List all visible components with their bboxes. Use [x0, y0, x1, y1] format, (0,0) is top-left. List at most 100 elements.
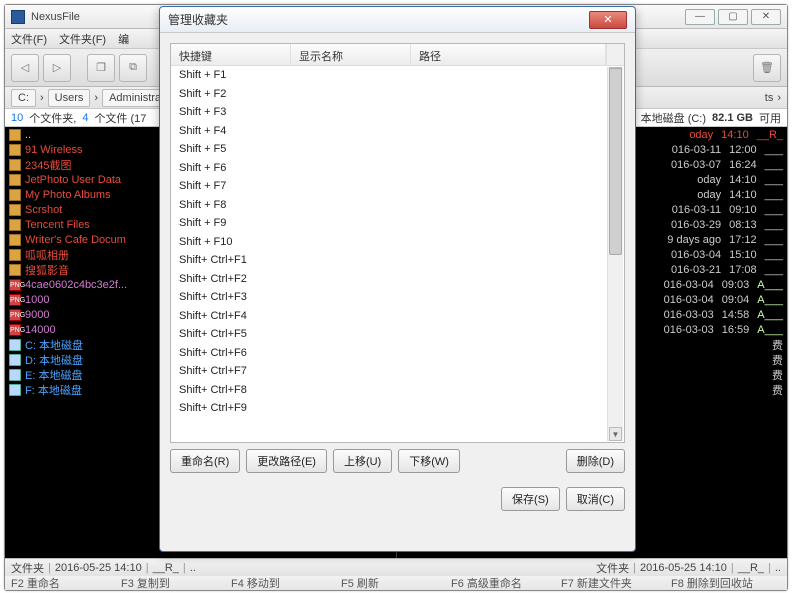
favorite-row[interactable]: Shift+ Ctrl+F3: [171, 288, 624, 307]
attr-col: A___: [757, 309, 783, 321]
date-col: oday: [697, 174, 721, 186]
file-count-label: 个文件 (17: [94, 110, 146, 126]
drive-tail: 费: [772, 352, 783, 368]
fn-f4[interactable]: F4 移动到: [231, 575, 341, 591]
copy-button[interactable]: ❐: [87, 54, 115, 82]
dialog-close-button[interactable]: ✕: [589, 11, 627, 29]
favorite-row[interactable]: Shift+ Ctrl+F2: [171, 270, 624, 289]
item-label: My Photo Albums: [25, 189, 111, 201]
bc-users[interactable]: Users: [48, 89, 91, 107]
date-col: 9 days ago: [667, 234, 721, 246]
favorite-row[interactable]: Shift + F8: [171, 196, 624, 215]
favorite-row[interactable]: Shift + F10: [171, 233, 624, 252]
attr-col: ___: [765, 174, 783, 186]
list-scrollbar[interactable]: ▲ ▼: [607, 67, 623, 441]
folder-icon: [9, 264, 21, 276]
favorite-row[interactable]: Shift + F9: [171, 214, 624, 233]
back-button[interactable]: ◁: [11, 54, 39, 82]
trash-button[interactable]: 🗑: [753, 54, 781, 82]
favorite-row[interactable]: Shift + F3: [171, 103, 624, 122]
item-label: 91 Wireless: [25, 144, 82, 156]
favorite-row[interactable]: Shift + F2: [171, 85, 624, 104]
file-count: 4: [82, 112, 88, 124]
date-col: 016-03-04: [664, 294, 714, 306]
png-icon: PNG: [9, 324, 21, 336]
save-button[interactable]: 保存(S): [501, 487, 560, 511]
bc-drive[interactable]: C:: [11, 89, 36, 107]
move-up-button[interactable]: 上移(U): [333, 449, 392, 473]
time-col: 14:10: [729, 189, 757, 201]
function-key-bar: F2 重命名 F3 复制到 F4 移动到 F5 刷新 F6 高级重命名 F7 新…: [5, 576, 787, 590]
fn-f5[interactable]: F5 刷新: [341, 575, 451, 591]
folder-icon: [9, 144, 21, 156]
maximize-button[interactable]: ▢: [718, 9, 748, 25]
attr-col: ___: [765, 234, 783, 246]
favorite-row[interactable]: Shift + F1: [171, 66, 624, 85]
menu-file[interactable]: 文件(F): [11, 31, 47, 47]
dialog-button-row-2: 保存(S) 取消(C): [160, 479, 635, 521]
layers-button[interactable]: ⧉: [119, 54, 147, 82]
favorite-row[interactable]: Shift + F6: [171, 159, 624, 178]
folder-icon: [9, 219, 21, 231]
png-icon: PNG: [9, 294, 21, 306]
favorite-row[interactable]: Shift+ Ctrl+F4: [171, 307, 624, 326]
attr-col: ___: [765, 159, 783, 171]
item-label: 9000: [25, 309, 49, 321]
list-body[interactable]: Shift + F1Shift + F2Shift + F3Shift + F4…: [171, 66, 624, 442]
move-down-button[interactable]: 下移(W): [398, 449, 460, 473]
app-icon: [11, 10, 25, 24]
attr-col: ___: [765, 204, 783, 216]
app-title: NexusFile: [31, 11, 80, 23]
status-left-dots: ..: [190, 562, 196, 574]
forward-button[interactable]: ▷: [43, 54, 71, 82]
scroll-down-icon[interactable]: ▼: [609, 427, 622, 441]
fn-f7[interactable]: F7 新建文件夹: [561, 575, 671, 591]
favorite-row[interactable]: Shift+ Ctrl+F6: [171, 344, 624, 363]
favorites-list: 快捷键 显示名称 路径 Shift + F1Shift + F2Shift + …: [170, 43, 625, 443]
item-label: 14000: [25, 324, 56, 336]
folder-icon: [9, 129, 21, 141]
trash-icon: 🗑: [760, 61, 774, 74]
col-shortcut[interactable]: 快捷键: [171, 44, 291, 65]
layers-icon: ⧉: [129, 61, 137, 74]
menu-edit[interactable]: 编: [118, 31, 129, 47]
status-right-folder: 文件夹: [596, 560, 629, 576]
delete-button[interactable]: 删除(D): [566, 449, 625, 473]
menu-folder[interactable]: 文件夹(F): [59, 31, 106, 47]
drive-tail: 费: [772, 382, 783, 398]
col-path[interactable]: 路径: [411, 44, 606, 65]
favorite-row[interactable]: Shift+ Ctrl+F1: [171, 251, 624, 270]
scroll-thumb[interactable]: [609, 68, 622, 255]
fn-f6[interactable]: F6 高级重命名: [451, 575, 561, 591]
favorite-row[interactable]: Shift+ Ctrl+F8: [171, 381, 624, 400]
date-col: 016-03-04: [664, 279, 714, 291]
item-label: D: 本地磁盘: [25, 352, 83, 368]
status-right-attr: __R_: [738, 562, 764, 574]
folder-icon: [9, 174, 21, 186]
favorites-dialog: 管理收藏夹 ✕ 快捷键 显示名称 路径 Shift + F1Shift + F2…: [159, 6, 636, 552]
favorite-row[interactable]: Shift+ Ctrl+F9: [171, 399, 624, 418]
col-display-name[interactable]: 显示名称: [291, 44, 411, 65]
favorite-row[interactable]: Shift+ Ctrl+F5: [171, 325, 624, 344]
time-col: 15:10: [729, 249, 757, 261]
rename-button[interactable]: 重命名(R): [170, 449, 240, 473]
date-col: 016-03-03: [664, 324, 714, 336]
change-path-button[interactable]: 更改路径(E): [246, 449, 327, 473]
fn-f8[interactable]: F8 删除到回收站: [671, 575, 781, 591]
favorite-row[interactable]: Shift + F4: [171, 122, 624, 141]
drive-icon: [9, 339, 21, 351]
fn-f3[interactable]: F3 复制到: [121, 575, 231, 591]
favorite-row[interactable]: Shift + F5: [171, 140, 624, 159]
attr-col: ___: [765, 249, 783, 261]
close-button[interactable]: ✕: [751, 9, 781, 25]
fn-f2[interactable]: F2 重命名: [11, 575, 121, 591]
status-left-attr: __R_: [153, 562, 179, 574]
cancel-button[interactable]: 取消(C): [566, 487, 625, 511]
time-col: 14:10: [729, 174, 757, 186]
favorite-row[interactable]: Shift+ Ctrl+F7: [171, 362, 624, 381]
time-col: 09:04: [722, 294, 750, 306]
favorite-row[interactable]: Shift + F7: [171, 177, 624, 196]
attr-col: A___: [757, 279, 783, 291]
minimize-button[interactable]: —: [685, 9, 715, 25]
time-col: 08:13: [729, 219, 757, 231]
